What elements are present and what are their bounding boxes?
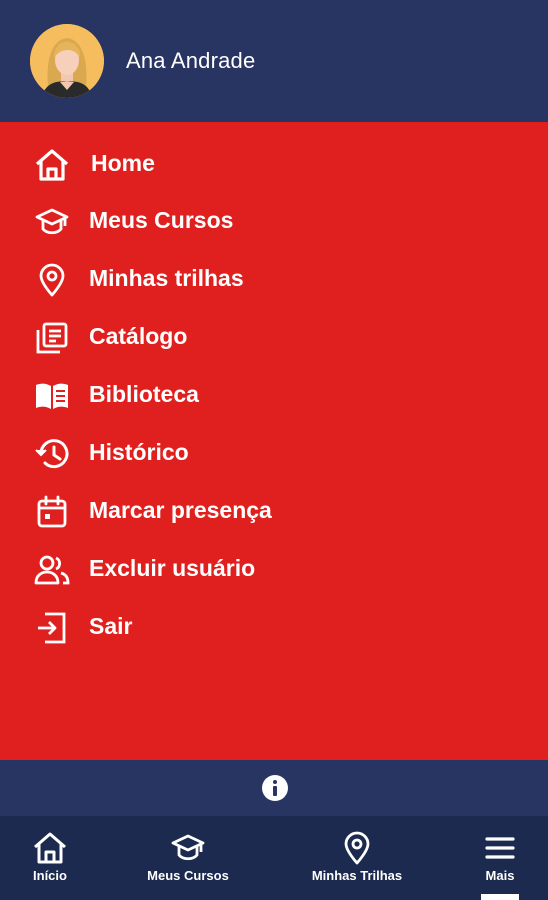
menu-item-label: Home (91, 150, 155, 176)
calendar-icon (34, 494, 70, 530)
bottom-nav: Início Meus Cursos Minhas Trilhas Mais (0, 816, 548, 900)
drawer-header: Ana Andrade (0, 0, 548, 122)
home-icon (34, 147, 70, 183)
menu-item-minhas-trilhas[interactable]: Minhas trilhas (0, 253, 548, 303)
menu-item-meus-cursos[interactable]: Meus Cursos (0, 195, 548, 245)
menu-icon (485, 837, 515, 859)
menu-item-sair[interactable]: Sair (0, 601, 548, 651)
menu-item-label: Excluir usuário (89, 555, 256, 581)
menu-item-home[interactable]: Home (0, 138, 548, 188)
graduation-cap-icon (34, 204, 70, 240)
menu-item-label: Meus Cursos (89, 207, 234, 233)
menu-item-label: Biblioteca (89, 381, 199, 407)
logout-icon (34, 610, 70, 646)
users-icon (34, 552, 70, 588)
nav-item-label: Início (33, 868, 67, 883)
menu-item-catalogo[interactable]: Catálogo (0, 311, 548, 361)
menu-item-label: Histórico (89, 439, 189, 465)
drawer-menu: Home Meus Cursos Minhas trilhas Catálogo… (0, 122, 548, 760)
menu-item-historico[interactable]: Histórico (0, 427, 548, 477)
active-tab-indicator (481, 894, 519, 900)
menu-item-biblioteca[interactable]: Biblioteca (0, 369, 548, 419)
book-icon (34, 378, 70, 414)
home-icon (34, 832, 66, 864)
nav-item-meus-cursos[interactable]: Meus Cursos (138, 816, 238, 900)
menu-item-marcar-presenca[interactable]: Marcar presença (0, 485, 548, 535)
nav-item-minhas-trilhas[interactable]: Minhas Trilhas (302, 816, 412, 900)
menu-item-label: Sair (89, 613, 133, 639)
avatar-illustration (30, 24, 104, 98)
menu-item-label: Catálogo (89, 323, 188, 349)
user-name: Ana Andrade (126, 48, 256, 73)
nav-item-inicio[interactable]: Início (14, 816, 86, 900)
location-pin-icon (34, 262, 70, 298)
menu-item-label: Minhas trilhas (89, 265, 244, 291)
menu-item-label: Marcar presença (89, 497, 272, 523)
nav-item-label: Mais (485, 868, 515, 883)
nav-item-label: Meus Cursos (147, 868, 229, 883)
graduation-cap-icon (171, 834, 205, 861)
info-icon[interactable] (261, 774, 289, 802)
nav-item-label: Minhas Trilhas (311, 868, 403, 883)
info-strip (0, 760, 548, 816)
catalog-icon (34, 320, 70, 356)
menu-item-excluir-usuario[interactable]: Excluir usuário (0, 543, 548, 593)
avatar[interactable] (30, 24, 104, 98)
history-icon (34, 436, 70, 472)
location-pin-icon (344, 831, 370, 865)
nav-item-mais[interactable]: Mais (472, 816, 528, 900)
